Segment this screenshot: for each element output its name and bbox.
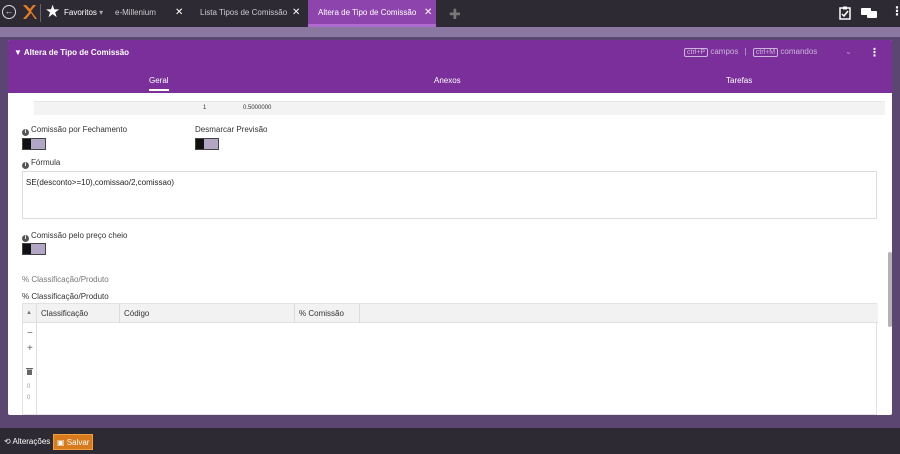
- close-tab-icon[interactable]: ✕: [424, 0, 432, 26]
- section-title: % Classificação/Produto: [22, 275, 109, 284]
- column-percent-comissao[interactable]: % Comissão: [295, 304, 360, 323]
- formula-field[interactable]: SE(desconto>=10),comissao/2,comissao): [22, 171, 877, 219]
- tab-tarefas[interactable]: Tarefas: [726, 76, 752, 85]
- desmarcar-previsao-label: Desmarcar Previsão: [195, 125, 268, 134]
- favorites-menu[interactable]: Favoritos ▾: [64, 8, 103, 17]
- chat-icon[interactable]: [861, 8, 877, 19]
- row-counter: 0: [27, 384, 31, 390]
- shortcut-campos[interactable]: ctrl+P campos | ctrl+M comandos: [684, 47, 817, 57]
- chevron-down-icon: ▾: [99, 8, 104, 17]
- app-logo-icon: [23, 5, 37, 19]
- minus-icon[interactable]: −: [27, 328, 33, 339]
- chevron-down-icon[interactable]: ⌄: [845, 47, 852, 56]
- form-panel: ▼ Altera de Tipo de Comissão ctrl+P camp…: [8, 40, 892, 415]
- more-vertical-icon[interactable]: ⋮: [891, 4, 900, 18]
- row-value: 1: [203, 105, 207, 111]
- row-value: 0.5000000: [243, 105, 272, 111]
- close-tab-icon[interactable]: ✕: [292, 0, 300, 26]
- divider: [40, 4, 41, 22]
- info-icon[interactable]: i: [22, 129, 29, 136]
- tab-altera-tipo-comissao[interactable]: Altera de Tipo de Comissão ✕: [308, 0, 436, 27]
- backdrop-strip: [0, 27, 900, 37]
- formula-label: i Fórmula: [22, 158, 60, 169]
- comissao-fechamento-toggle[interactable]: [22, 138, 46, 150]
- previous-table-row: 1 0.5000000: [34, 101, 885, 115]
- panel-header: ▼ Altera de Tipo de Comissão ctrl+P camp…: [8, 40, 892, 93]
- trash-icon[interactable]: [26, 367, 33, 375]
- column-classificacao[interactable]: Classificação: [37, 304, 120, 323]
- alteracoes-button[interactable]: ⟲ Alterações: [1, 434, 53, 450]
- history-icon: ⟲: [4, 437, 11, 446]
- save-button[interactable]: ▣ Salvar: [53, 434, 94, 450]
- top-tab-bar: ← ★ Favoritos ▾ e-Millenium ✕ Lista Tipo…: [0, 0, 900, 27]
- panel-title[interactable]: ▼ Altera de Tipo de Comissão: [14, 48, 129, 57]
- column-codigo[interactable]: Código: [120, 304, 295, 323]
- tab-e-millenium[interactable]: e-Millenium ✕: [109, 0, 199, 27]
- add-tab-icon[interactable]: ✚: [449, 7, 461, 21]
- grid-header: ▲ Classificação Código % Comissão: [23, 304, 878, 323]
- tab-anexos[interactable]: Anexos: [434, 76, 461, 85]
- preco-cheio-toggle[interactable]: [22, 243, 46, 255]
- info-icon[interactable]: i: [22, 162, 29, 169]
- tab-lista-tipos-comissao[interactable]: Lista Tipos de Comissão ✕: [194, 0, 306, 27]
- plus-icon[interactable]: +: [27, 343, 33, 354]
- back-arrow-icon[interactable]: ←: [2, 5, 16, 19]
- preco-cheio-label: i Comissão pelo preço cheio: [22, 231, 128, 242]
- close-tab-icon[interactable]: ✕: [175, 0, 183, 26]
- info-icon[interactable]: i: [22, 235, 29, 242]
- vertical-scrollbar[interactable]: [888, 252, 892, 327]
- more-vertical-icon[interactable]: ⋮: [869, 46, 880, 59]
- row-counter: 0: [27, 395, 31, 401]
- tab-geral[interactable]: Geral: [149, 76, 169, 91]
- formula-value: SE(desconto>=10),comissao/2,comissao): [26, 178, 175, 187]
- grid-title: % Classificação/Produto: [22, 292, 109, 301]
- grid-row-tools: − + 0 0: [23, 323, 37, 415]
- bottom-bar: ⟲ Alterações ▣ Salvar: [0, 428, 900, 454]
- save-icon: ▣: [57, 438, 65, 447]
- clipboard-check-icon[interactable]: [839, 6, 851, 20]
- classification-grid: ▲ Classificação Código % Comissão − + 0 …: [22, 303, 878, 415]
- sort-up-icon[interactable]: ▲: [23, 304, 37, 323]
- star-icon[interactable]: ★: [45, 2, 60, 22]
- comissao-fechamento-label: i Comissão por Fechamento: [22, 125, 127, 136]
- desmarcar-previsao-toggle[interactable]: [195, 138, 219, 150]
